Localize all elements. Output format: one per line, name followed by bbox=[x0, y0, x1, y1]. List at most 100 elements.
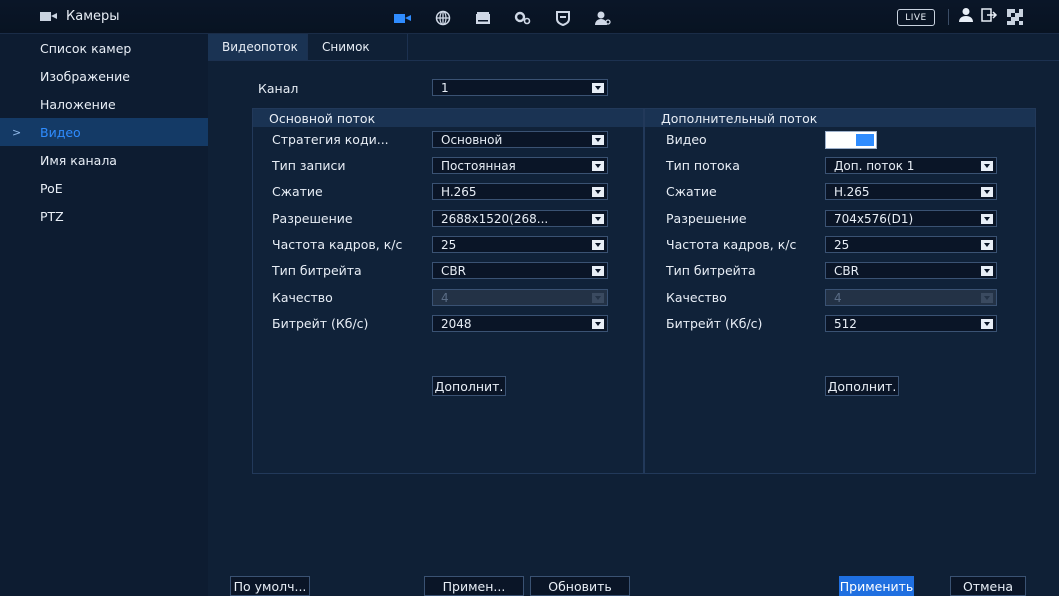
channel-value: 1 bbox=[441, 80, 449, 95]
stream-type-label: Тип потока bbox=[666, 158, 740, 173]
network-icon[interactable] bbox=[423, 8, 463, 28]
sub-bitrate-select[interactable]: 512 bbox=[825, 315, 997, 332]
main-more-button[interactable]: Дополнит. bbox=[432, 376, 506, 396]
camera-icon bbox=[40, 11, 58, 22]
main-stream-title: Основной поток bbox=[253, 109, 643, 127]
logout-icon[interactable] bbox=[981, 7, 999, 26]
chevron-down-icon bbox=[592, 214, 604, 224]
frame-rate-label: Частота кадров, к/с bbox=[272, 237, 403, 252]
sub-resolution-value: 704x576(D1) bbox=[834, 211, 914, 226]
bitrate-select[interactable]: 2048 bbox=[432, 315, 608, 332]
compression-label: Сжатие bbox=[272, 184, 323, 199]
bitrate-value: 2048 bbox=[441, 316, 472, 331]
apply-button[interactable]: Применить bbox=[839, 576, 914, 596]
sub-bitrate-label: Битрейт (Кб/с) bbox=[666, 316, 763, 331]
qr-code-icon[interactable] bbox=[1007, 8, 1023, 25]
chevron-down-icon bbox=[981, 187, 993, 197]
resolution-label: Разрешение bbox=[272, 211, 353, 226]
sub-bitrate-type-label: Тип битрейта bbox=[666, 263, 756, 278]
resolution-select[interactable]: 2688x1520(268... bbox=[432, 210, 608, 227]
sub-frame-rate-label: Частота кадров, к/с bbox=[666, 237, 797, 252]
chevron-down-icon bbox=[981, 214, 993, 224]
quality-select: 4 bbox=[432, 289, 608, 306]
app-title: Камеры bbox=[40, 9, 120, 24]
stream-type-value: Доп. поток 1 bbox=[834, 158, 915, 173]
divider bbox=[208, 60, 1059, 61]
sub-frame-rate-value: 25 bbox=[834, 237, 850, 252]
sub-frame-rate-select[interactable]: 25 bbox=[825, 236, 997, 253]
tab-snapshot[interactable]: Снимок bbox=[308, 34, 408, 60]
bitrate-type-label: Тип битрейта bbox=[272, 263, 362, 278]
tab-video-stream[interactable]: Видеопоток bbox=[208, 34, 308, 60]
sidebar-item-image[interactable]: Изображение bbox=[0, 62, 208, 90]
chevron-down-icon bbox=[592, 187, 604, 197]
settings-icon[interactable] bbox=[503, 8, 543, 28]
chevron-down-icon bbox=[592, 135, 604, 145]
sub-quality-label: Качество bbox=[666, 290, 727, 305]
live-button[interactable]: LIVE bbox=[897, 9, 935, 26]
chevron-down-icon bbox=[981, 266, 993, 276]
divider bbox=[948, 8, 949, 25]
compression-value: H.265 bbox=[441, 184, 477, 199]
sidebar-item-ptz[interactable]: PTZ bbox=[0, 202, 208, 230]
encode-strategy-label: Стратегия коди... bbox=[272, 132, 389, 147]
chevron-down-icon bbox=[592, 240, 604, 250]
record-type-label: Тип записи bbox=[272, 158, 346, 173]
sub-quality-value: 4 bbox=[834, 290, 842, 305]
chevron-down-icon bbox=[592, 293, 604, 303]
compression-select[interactable]: H.265 bbox=[432, 183, 608, 200]
record-type-select[interactable]: Постоянная bbox=[432, 157, 608, 174]
security-icon[interactable] bbox=[543, 8, 583, 28]
sub-video-label: Видео bbox=[666, 132, 707, 147]
toggle-knob bbox=[856, 134, 874, 146]
quality-label: Качество bbox=[272, 290, 333, 305]
top-bar: Камеры LIVE bbox=[0, 0, 1059, 34]
quality-value: 4 bbox=[441, 290, 449, 305]
encode-strategy-select[interactable]: Основной bbox=[432, 131, 608, 148]
chevron-down-icon bbox=[592, 83, 604, 93]
sidebar-item-camera-list[interactable]: Список камер bbox=[0, 34, 208, 62]
sidebar: Список камер Изображение Наложение Видео… bbox=[0, 34, 208, 596]
chevron-down-icon bbox=[981, 240, 993, 250]
sub-resolution-label: Разрешение bbox=[666, 211, 747, 226]
chevron-down-icon bbox=[981, 319, 993, 329]
sidebar-item-poe[interactable]: PoE bbox=[0, 174, 208, 202]
cancel-button[interactable]: Отмена bbox=[950, 576, 1026, 596]
frame-rate-value: 25 bbox=[441, 237, 457, 252]
tab-bar: Видеопоток Снимок bbox=[208, 34, 408, 60]
account-icon[interactable] bbox=[583, 8, 623, 28]
chevron-down-icon bbox=[592, 319, 604, 329]
frame-rate-select[interactable]: 25 bbox=[432, 236, 608, 253]
bitrate-label: Битрейт (Кб/с) bbox=[272, 316, 369, 331]
sub-bitrate-type-value: CBR bbox=[834, 263, 859, 278]
refresh-button[interactable]: Обновить bbox=[530, 576, 630, 596]
sub-bitrate-type-select[interactable]: CBR bbox=[825, 262, 997, 279]
sidebar-item-channel-name[interactable]: Имя канала bbox=[0, 146, 208, 174]
storage-icon[interactable] bbox=[463, 8, 503, 28]
stream-type-select[interactable]: Доп. поток 1 bbox=[825, 157, 997, 174]
chevron-down-icon bbox=[592, 266, 604, 276]
sub-quality-select: 4 bbox=[825, 289, 997, 306]
resolution-value: 2688x1520(268... bbox=[441, 211, 549, 226]
channel-select[interactable]: 1 bbox=[432, 79, 608, 96]
sidebar-item-video[interactable]: Видео bbox=[0, 118, 208, 146]
encode-strategy-value: Основной bbox=[441, 132, 503, 147]
default-button[interactable]: По умолч... bbox=[230, 576, 310, 596]
apply-short-button[interactable]: Примен... bbox=[424, 576, 524, 596]
sub-resolution-select[interactable]: 704x576(D1) bbox=[825, 210, 997, 227]
sub-more-button[interactable]: Дополнит. bbox=[825, 376, 899, 396]
camera-icon[interactable] bbox=[383, 8, 423, 28]
bitrate-type-value: CBR bbox=[441, 263, 466, 278]
sub-compression-value: H.265 bbox=[834, 184, 870, 199]
bitrate-type-select[interactable]: CBR bbox=[432, 262, 608, 279]
user-icon[interactable] bbox=[959, 7, 973, 26]
sidebar-item-overlay[interactable]: Наложение bbox=[0, 90, 208, 118]
page-title: Камеры bbox=[66, 9, 120, 24]
main-content: Видеопоток Снимок Канал 1 Основной поток… bbox=[208, 34, 1059, 596]
sub-compression-select[interactable]: H.265 bbox=[825, 183, 997, 200]
sub-video-toggle[interactable] bbox=[825, 131, 877, 149]
chevron-down-icon bbox=[592, 161, 604, 171]
channel-label: Канал bbox=[258, 81, 299, 96]
chevron-down-icon bbox=[981, 293, 993, 303]
sub-bitrate-value: 512 bbox=[834, 316, 857, 331]
